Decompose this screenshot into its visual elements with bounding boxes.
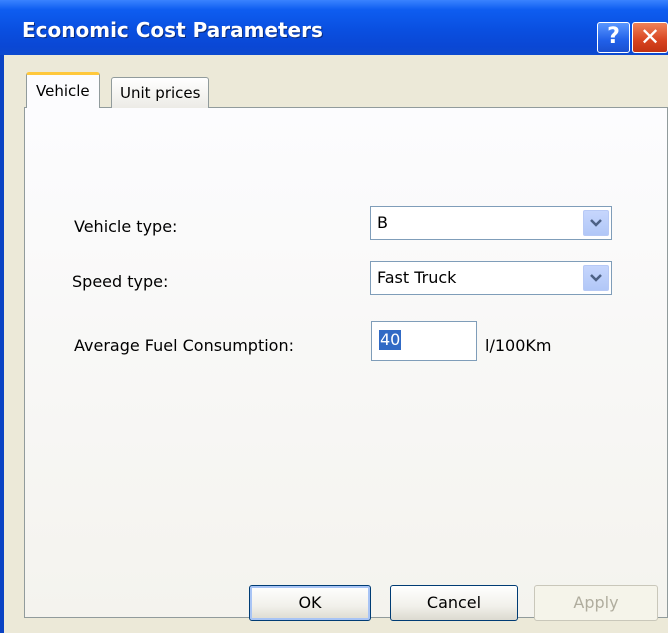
window-title: Economic Cost Parameters (22, 18, 323, 42)
fuel-consumption-value: 40 (379, 330, 402, 350)
chevron-down-icon (590, 274, 602, 282)
tab-vehicle[interactable]: Vehicle (26, 72, 100, 108)
vehicle-type-value: B (377, 213, 388, 232)
vehicle-type-label: Vehicle type: (74, 217, 178, 236)
speed-type-value: Fast Truck (377, 268, 457, 287)
apply-button[interactable]: Apply (534, 585, 658, 621)
dialog-window: Economic Cost Parameters ? ✕ Vehicle typ… (0, 0, 668, 633)
fuel-unit-label: l/100Km (485, 336, 552, 355)
speed-type-dropdown-button[interactable] (583, 265, 609, 291)
help-button[interactable]: ? (597, 22, 630, 53)
vehicle-type-dropdown[interactable]: B (370, 206, 612, 240)
chevron-down-icon (590, 219, 602, 227)
close-button[interactable]: ✕ (632, 22, 668, 53)
close-icon: ✕ (639, 23, 661, 51)
dialog-body: Vehicle type: B Speed type: Fast Truck A… (4, 55, 668, 633)
ok-button[interactable]: OK (249, 585, 371, 621)
vehicle-type-dropdown-button[interactable] (583, 210, 609, 236)
cancel-button[interactable]: Cancel (390, 585, 518, 621)
speed-type-label: Speed type: (72, 272, 169, 291)
title-bar[interactable]: Economic Cost Parameters ? ✕ (0, 0, 668, 55)
fuel-consumption-label: Average Fuel Consumption: (74, 336, 294, 355)
speed-type-dropdown[interactable]: Fast Truck (370, 261, 612, 295)
tab-unit-prices[interactable]: Unit prices (111, 77, 210, 108)
tab-panel-vehicle: Vehicle type: B Speed type: Fast Truck A… (24, 107, 668, 618)
fuel-consumption-input[interactable]: 40 (371, 321, 477, 361)
